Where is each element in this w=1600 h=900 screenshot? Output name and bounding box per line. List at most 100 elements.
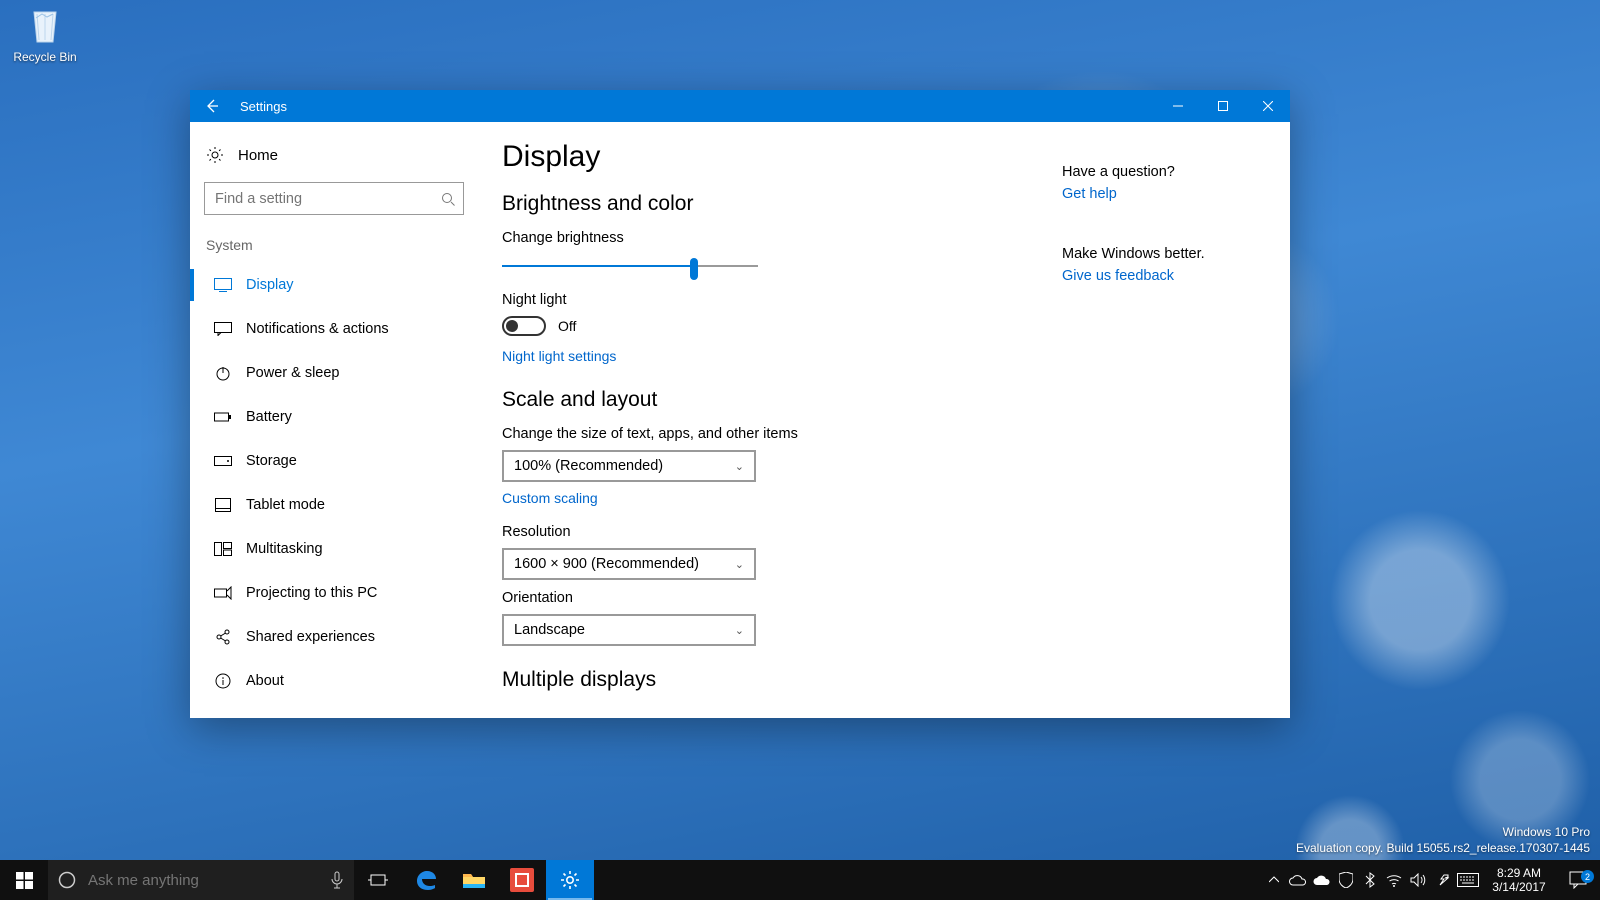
help-question: Have a question? — [1062, 164, 1282, 180]
app-icon — [510, 868, 534, 892]
tray-overflow-icon[interactable] — [1262, 860, 1286, 900]
tray-bluetooth-icon[interactable] — [1358, 860, 1382, 900]
resolution-dropdown[interactable]: 1600 × 900 (Recommended) ⌄ — [502, 548, 756, 580]
search-icon — [441, 192, 455, 206]
sidebar-group-label: System — [206, 237, 464, 253]
taskbar-explorer[interactable] — [450, 860, 498, 900]
nav-label: Display — [246, 277, 294, 293]
storage-icon — [214, 452, 232, 470]
nav-battery[interactable]: Battery — [190, 395, 464, 439]
clock-date: 3/14/2017 — [1492, 880, 1545, 894]
nav-label: Projecting to this PC — [246, 585, 377, 601]
gear-icon — [560, 870, 580, 890]
custom-scaling-link[interactable]: Custom scaling — [502, 490, 1062, 506]
taskbar-clock[interactable]: 8:29 AM 3/14/2017 — [1482, 866, 1556, 894]
nav-about[interactable]: About — [190, 659, 464, 703]
tray-power-icon[interactable] — [1430, 860, 1454, 900]
action-center-button[interactable]: 2 — [1556, 871, 1600, 889]
project-icon — [214, 584, 232, 602]
settings-window: Settings Home — [190, 90, 1290, 718]
tray-onedrive-icon[interactable] — [1286, 860, 1310, 900]
window-title: Settings — [234, 99, 1155, 114]
cortana-input[interactable] — [86, 871, 320, 890]
nav-storage[interactable]: Storage — [190, 439, 464, 483]
windows-icon — [16, 872, 33, 889]
battery-icon — [214, 408, 232, 426]
taskbar-edge[interactable] — [402, 860, 450, 900]
tray-wifi-icon[interactable] — [1382, 860, 1406, 900]
tray-volume-icon[interactable] — [1406, 860, 1430, 900]
nav-label: Battery — [246, 409, 292, 425]
folder-icon — [462, 870, 486, 890]
nav-display[interactable]: Display — [190, 263, 464, 307]
nav-label: Notifications & actions — [246, 321, 389, 337]
mic-icon[interactable] — [330, 871, 344, 889]
tablet-icon — [214, 496, 232, 514]
tray-cloud-icon[interactable] — [1310, 860, 1334, 900]
task-view-icon — [368, 872, 388, 888]
notification-badge: 2 — [1581, 870, 1594, 883]
nav-shared[interactable]: Shared experiences — [190, 615, 464, 659]
nav-tablet[interactable]: Tablet mode — [190, 483, 464, 527]
taskbar: 8:29 AM 3/14/2017 2 — [0, 860, 1600, 900]
home-button[interactable]: Home — [204, 140, 464, 178]
settings-search[interactable] — [204, 182, 464, 215]
multitask-icon — [214, 540, 232, 558]
section-multiple-displays: Multiple displays — [502, 668, 1062, 692]
nav-notifications[interactable]: Notifications & actions — [190, 307, 464, 351]
system-tray: 8:29 AM 3/14/2017 2 — [1262, 860, 1600, 900]
settings-search-input[interactable] — [213, 190, 441, 208]
orientation-dropdown[interactable]: Landscape ⌄ — [502, 614, 756, 646]
taskbar-settings[interactable] — [546, 860, 594, 900]
scale-value: 100% (Recommended) — [514, 458, 663, 474]
watermark: Windows 10 Pro Evaluation copy. Build 15… — [1296, 824, 1590, 856]
nav-label: Multitasking — [246, 541, 323, 557]
nav-projecting[interactable]: Projecting to this PC — [190, 571, 464, 615]
night-light-state: Off — [558, 318, 576, 334]
nav-label: Storage — [246, 453, 297, 469]
brightness-slider[interactable] — [502, 254, 758, 278]
edge-icon — [413, 867, 439, 893]
night-light-settings-link[interactable]: Night light settings — [502, 348, 1062, 364]
cortana-icon — [58, 871, 76, 889]
nav-multitasking[interactable]: Multitasking — [190, 527, 464, 571]
back-button[interactable] — [190, 90, 234, 122]
chevron-down-icon: ⌄ — [735, 460, 744, 473]
night-light-toggle[interactable] — [502, 316, 546, 336]
watermark-edition: Windows 10 Pro — [1296, 824, 1590, 840]
slider-thumb[interactable] — [690, 258, 698, 280]
minimize-button[interactable] — [1155, 90, 1200, 122]
nav-label: Shared experiences — [246, 629, 375, 645]
orientation-value: Landscape — [514, 622, 585, 638]
monitor-icon — [214, 276, 232, 294]
power-icon — [214, 364, 232, 382]
close-button[interactable] — [1245, 90, 1290, 122]
tray-defender-icon[interactable] — [1334, 860, 1358, 900]
tray-keyboard-icon[interactable] — [1454, 860, 1482, 900]
feedback-link[interactable]: Give us feedback — [1062, 268, 1282, 284]
task-view-button[interactable] — [354, 860, 402, 900]
resolution-value: 1600 × 900 (Recommended) — [514, 556, 699, 572]
start-button[interactable] — [0, 860, 48, 900]
nav-label: About — [246, 673, 284, 689]
recycle-bin-icon[interactable]: Recycle Bin — [8, 4, 82, 64]
gear-icon — [206, 146, 224, 164]
sidebar: Home System Display — [190, 122, 478, 718]
recycle-bin-label: Recycle Bin — [8, 50, 82, 64]
taskbar-app-red[interactable] — [498, 860, 546, 900]
nav-power[interactable]: Power & sleep — [190, 351, 464, 395]
info-icon — [214, 672, 232, 690]
cortana-search[interactable] — [48, 860, 354, 900]
page-title: Display — [502, 140, 1062, 174]
section-brightness: Brightness and color — [502, 192, 1062, 216]
main-panel: Display Brightness and color Change brig… — [478, 122, 1290, 718]
titlebar[interactable]: Settings — [190, 90, 1290, 122]
chat-icon — [214, 320, 232, 338]
brightness-label: Change brightness — [502, 230, 1062, 246]
get-help-link[interactable]: Get help — [1062, 186, 1282, 202]
scale-label: Change the size of text, apps, and other… — [502, 426, 1062, 442]
night-light-label: Night light — [502, 292, 1062, 308]
chevron-down-icon: ⌄ — [735, 624, 744, 637]
maximize-button[interactable] — [1200, 90, 1245, 122]
scale-dropdown[interactable]: 100% (Recommended) ⌄ — [502, 450, 756, 482]
